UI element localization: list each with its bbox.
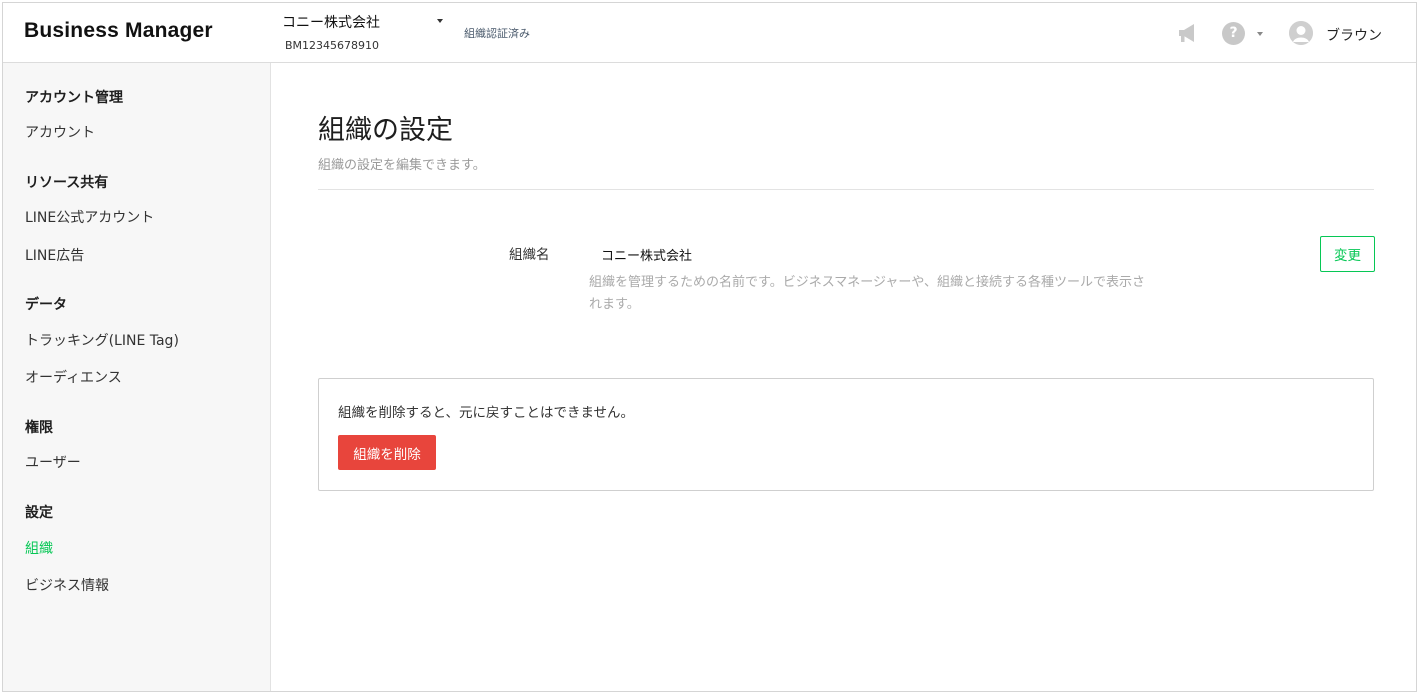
delete-warning-text: 組織を削除すると、元に戻すことはできません。 [338,405,635,421]
delete-org-panel: 組織を削除すると、元に戻すことはできません。 組織を削除 [318,378,1374,491]
top-header: Business Manager コニー株式会社 BM12345678910 組… [3,3,1416,63]
chevron-down-icon [437,19,443,23]
page-title: 組織の設定 [318,115,453,146]
sidebar: アカウント管理 アカウント リソース共有 LINE公式アカウント LINE広告 … [3,63,271,691]
verified-badge: 組織認証済み [464,27,530,40]
sidebar-item-tracking[interactable]: トラッキング(LINE Tag) [25,330,179,350]
avatar-icon [1289,21,1313,45]
sidebar-item-business-info[interactable]: ビジネス情報 [25,575,109,595]
user-menu[interactable]: ブラウン [1289,21,1399,47]
sidebar-item-line-ads[interactable]: LINE広告 [25,245,84,265]
chevron-down-icon [1257,32,1263,36]
page-subtitle: 組織の設定を編集できます。 [318,158,486,173]
help-menu[interactable]: ? [1222,22,1266,46]
delete-org-button[interactable]: 組織を削除 [338,435,436,470]
app-logo[interactable]: Business Manager [24,19,213,43]
sidebar-group-settings: 設定 [25,505,53,521]
divider [318,189,1374,190]
org-switcher-id: BM12345678910 [285,39,380,52]
change-org-name-button[interactable]: 変更 [1320,236,1375,272]
sidebar-group-account: アカウント管理 [25,90,123,106]
main-content: 組織の設定 組織の設定を編集できます。 組織名 コニー株式会社 組織を管理するた… [272,63,1416,691]
sidebar-group-permissions: 権限 [25,420,53,436]
sidebar-item-organization[interactable]: 組織 [25,538,53,558]
megaphone-icon[interactable] [1177,22,1199,44]
app-window: Business Manager コニー株式会社 BM12345678910 組… [2,2,1417,692]
org-name-help-text: 組織を管理するための名前です。ビジネスマネージャーや、組織と接続する各種ツールで… [589,275,1146,312]
sidebar-item-line-official-account[interactable]: LINE公式アカウント [25,207,154,227]
org-name-label: 組織名 [509,247,550,263]
sidebar-group-resource-share: リソース共有 [25,175,109,191]
sidebar-item-users[interactable]: ユーザー [25,452,81,472]
sidebar-item-account[interactable]: アカウント [25,122,95,142]
sidebar-item-audience[interactable]: オーディエンス [25,367,122,387]
help-icon: ? [1222,22,1245,45]
user-name: ブラウン [1326,28,1382,44]
org-switcher-name: コニー株式会社 [282,15,380,31]
org-switcher[interactable]: コニー株式会社 BM12345678910 [282,12,452,56]
sidebar-group-data: データ [25,297,67,313]
org-name-value: コニー株式会社 [601,249,693,264]
